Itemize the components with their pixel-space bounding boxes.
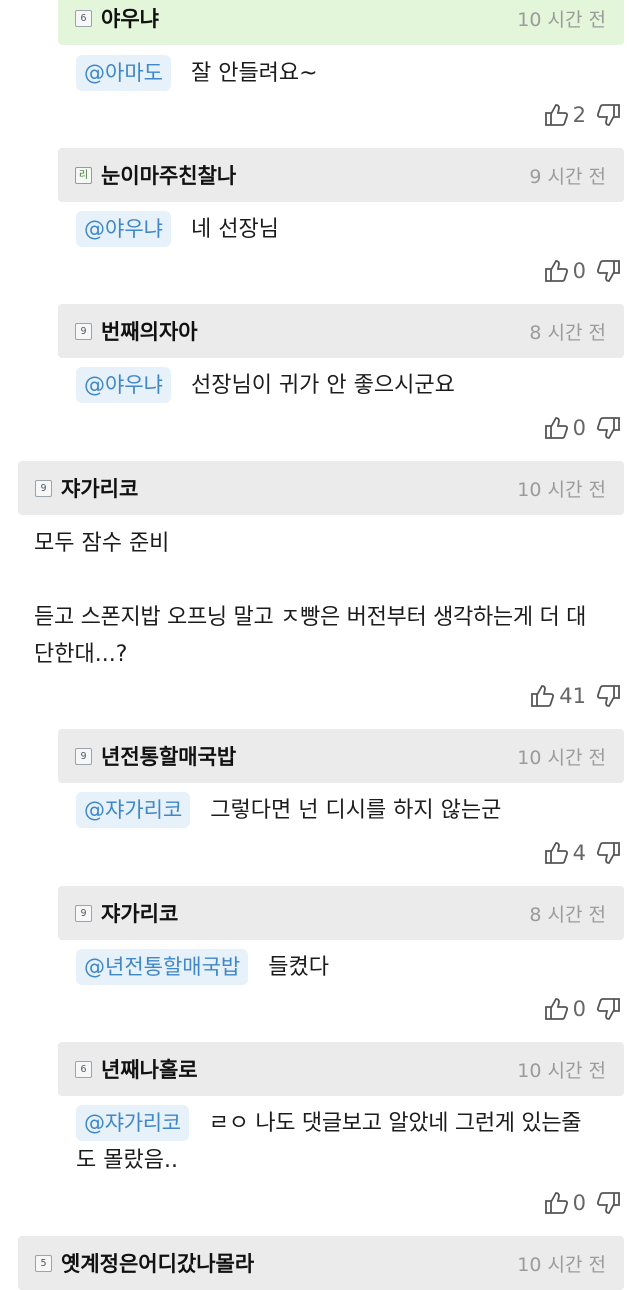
comment-author[interactable]: 번째의자아 [101, 316, 198, 346]
like-count: 0 [572, 416, 586, 440]
comment-header: 리 눈이마주친찰나 9 시간 전 [58, 148, 624, 202]
comment-text: 모두 잠수 준비 [34, 531, 170, 556]
comment-header: 9 년전통할매국밥 10 시간 전 [58, 729, 624, 783]
comment-time: 10 시간 전 [517, 747, 606, 769]
thumbs-up-icon[interactable] [543, 996, 569, 1022]
comment-author[interactable]: 쟈가리코 [61, 473, 138, 503]
comment-text: 도 몰랐음.. [76, 1148, 178, 1173]
vote-bar: 41 [529, 683, 622, 709]
comment-text: 그렇다면 넌 디시를 하지 않는군 [210, 798, 502, 823]
comment-author[interactable]: 눈이마주친찰나 [101, 160, 236, 190]
thumbs-down-icon[interactable] [596, 840, 622, 866]
comment-time: 10 시간 전 [517, 479, 606, 501]
comment-body: @아마도 잘 안들려요~ [76, 55, 318, 91]
comment-text: ㄹㅇ 나도 댓글보고 알았네 그런게 있는줄 [208, 1111, 582, 1136]
vote-bar: 2 [543, 102, 622, 128]
thumbs-up-icon[interactable] [543, 415, 569, 441]
comment-body: @야우냐 네 선장님 [76, 211, 279, 247]
comment-text: 선장님이 귀가 안 좋으시군요 [190, 373, 455, 398]
thumbs-up-icon[interactable] [543, 102, 569, 128]
thumbs-down-icon[interactable] [596, 415, 622, 441]
mention-tag[interactable]: @년전통할매국밥 [76, 949, 249, 985]
comment-time: 8 시간 전 [529, 904, 606, 926]
thumbs-down-icon[interactable] [596, 258, 622, 284]
mention-tag[interactable]: @쟈가리코 [76, 792, 191, 828]
vote-bar: 0 [543, 1190, 622, 1216]
comment-author[interactable]: 옛계정은어디갔나몰라 [61, 1248, 254, 1278]
level-badge-icon: 6 [75, 1060, 92, 1078]
comment-author[interactable]: 야우냐 [101, 3, 159, 33]
comment-text: 단한대...? [34, 642, 128, 667]
comment-header: 9 쟈가리코 8 시간 전 [58, 886, 624, 940]
comment-header: 6 년째나홀로 10 시간 전 [58, 1042, 624, 1096]
comment-text: 잘 안들려요~ [190, 61, 318, 86]
level-badge-icon: 리 [75, 166, 92, 184]
comment-header: 9 번째의자아 8 시간 전 [58, 304, 624, 358]
mention-tag[interactable]: @야우냐 [76, 211, 171, 247]
like-count: 0 [572, 997, 586, 1021]
level-badge-icon: 9 [75, 322, 92, 340]
mention-tag[interactable]: @야우냐 [76, 367, 171, 403]
vote-bar: 0 [543, 996, 622, 1022]
comment-author[interactable]: 년째나홀로 [101, 1054, 198, 1084]
vote-bar: 0 [543, 415, 622, 441]
comment-text: 네 선장님 [190, 217, 279, 242]
comment-time: 9 시간 전 [529, 166, 606, 188]
thumbs-up-icon[interactable] [529, 683, 555, 709]
thumbs-down-icon[interactable] [596, 102, 622, 128]
like-count: 2 [572, 103, 586, 127]
thumbs-down-icon[interactable] [596, 1190, 622, 1216]
comment-body: @야우냐 선장님이 귀가 안 좋으시군요 [76, 367, 455, 403]
comment-header: 6 야우냐 10 시간 전 [58, 0, 624, 45]
level-badge-icon: 9 [75, 904, 92, 922]
comment-body: @쟈가리코 그렇다면 넌 디시를 하지 않는군 [76, 792, 501, 828]
comment-header: 5 옛계정은어디갔나몰라 10 시간 전 [18, 1236, 624, 1290]
comment-header: 9 쟈가리코 10 시간 전 [18, 461, 624, 515]
comment-body: @년전통할매국밥 들켰다 [76, 949, 329, 985]
comment-author[interactable]: 쟈가리코 [101, 898, 178, 928]
like-count: 0 [572, 1191, 586, 1215]
comment-text: 듣고 스폰지밥 오프닝 말고 ㅈ빵은 버전부터 생각하는게 더 대 [34, 605, 587, 630]
mention-tag[interactable]: @쟈가리코 [76, 1105, 189, 1141]
level-badge-icon: 5 [35, 1254, 52, 1272]
comment-time: 10 시간 전 [517, 1254, 606, 1276]
mention-tag[interactable]: @아마도 [76, 55, 171, 91]
thumbs-up-icon[interactable] [543, 258, 569, 284]
vote-bar: 0 [543, 258, 622, 284]
like-count: 41 [559, 684, 586, 708]
vote-bar: 4 [543, 840, 622, 866]
thumbs-down-icon[interactable] [596, 683, 622, 709]
comment-time: 8 시간 전 [529, 322, 606, 344]
comment-time: 10 시간 전 [517, 1060, 606, 1082]
level-badge-icon: 6 [75, 9, 92, 27]
thumbs-up-icon[interactable] [543, 840, 569, 866]
level-badge-icon: 9 [35, 479, 52, 497]
comment-author[interactable]: 년전통할매국밥 [101, 741, 236, 771]
comment-body: @쟈가리코 ㄹㅇ 나도 댓글보고 알았네 그런게 있는줄 [76, 1105, 582, 1141]
like-count: 0 [572, 259, 586, 283]
comment-text: 들켰다 [268, 955, 329, 980]
thumbs-down-icon[interactable] [596, 996, 622, 1022]
thumbs-up-icon[interactable] [543, 1190, 569, 1216]
comment-time: 10 시간 전 [517, 9, 606, 31]
level-badge-icon: 9 [75, 747, 92, 765]
like-count: 4 [572, 841, 586, 865]
